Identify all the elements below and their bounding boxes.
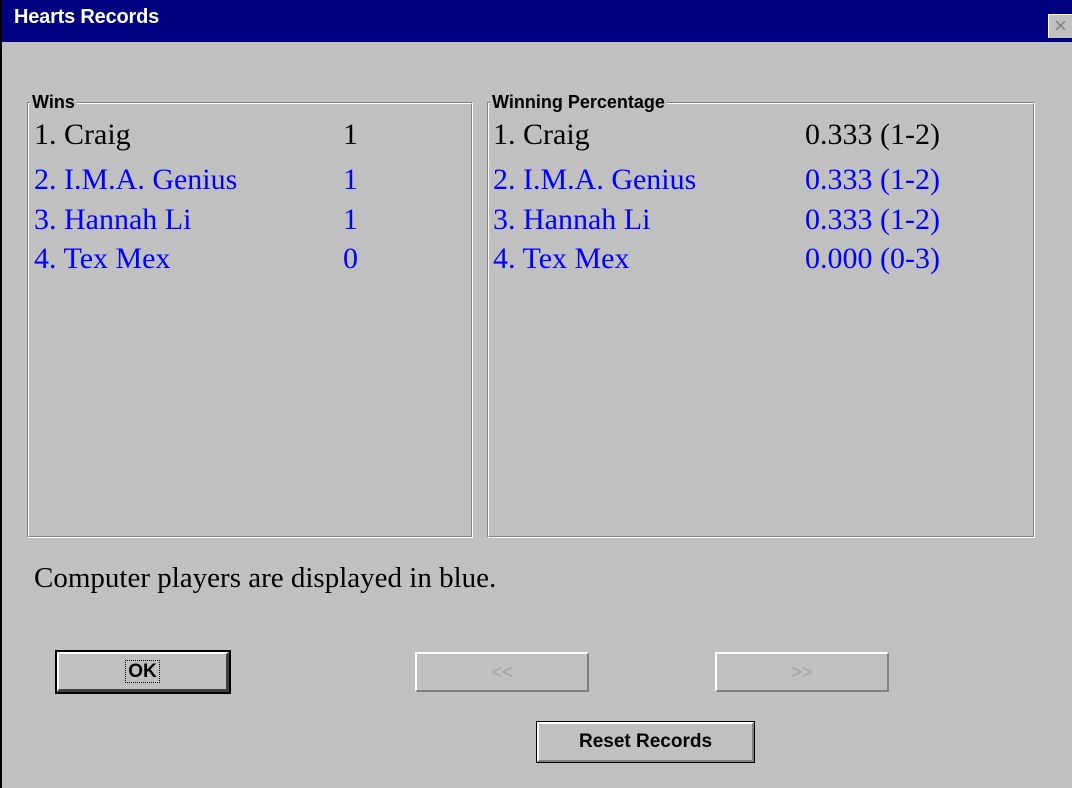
wins-row-value: 1 [343,118,358,151]
percentage-row-value: 0.333 (1-2) [805,203,940,236]
wins-row-value: 1 [343,163,358,196]
previous-button[interactable]: << [415,652,589,692]
wins-row-name: 3. Hannah Li [34,203,192,236]
percentage-row-name: 3. Hannah Li [493,203,651,236]
ok-button[interactable]: OK [55,650,231,694]
title-bar[interactable]: Hearts Records × [2,0,1072,42]
percentage-row-value: 0.333 (1-2) [805,118,940,151]
window-title: Hearts Records [14,6,160,28]
hearts-records-dialog: Hearts Records × Wins 1. Craig 1 2. I.M.… [0,0,1072,788]
close-icon[interactable]: × [1048,14,1072,38]
wins-row-name: 2. I.M.A. Genius [34,163,238,196]
wins-row-value: 1 [343,203,358,236]
reset-records-button[interactable]: Reset Records [536,721,755,763]
winning-percentage-group-label: Winning Percentage [490,92,667,112]
percentage-row-value: 0.000 (0-3) [805,242,940,275]
wins-row-name: 1. Craig [34,118,131,151]
wins-row-name: 4. Tex Mex [34,242,171,275]
percentage-row-name: 4. Tex Mex [493,242,630,275]
ok-button-label: OK [125,660,160,683]
legend-note: Computer players are displayed in blue. [34,562,497,594]
percentage-row-name: 2. I.M.A. Genius [493,163,697,196]
next-button[interactable]: >> [715,652,889,692]
wins-group-label: Wins [30,92,77,112]
percentage-row-value: 0.333 (1-2) [805,163,940,196]
wins-row-value: 0 [343,242,358,275]
percentage-row-name: 1. Craig [493,118,590,151]
